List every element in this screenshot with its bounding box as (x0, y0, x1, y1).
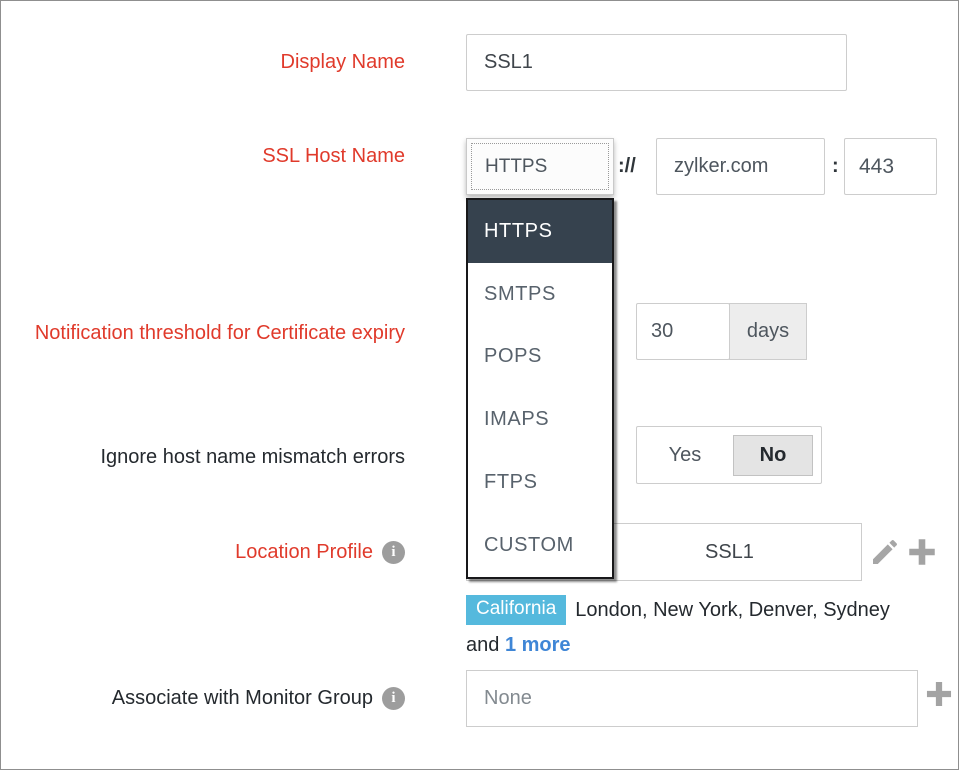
port-separator: : (832, 155, 839, 177)
plus-icon (922, 677, 956, 711)
dropdown-option-pops[interactable]: POPS (468, 325, 612, 389)
host-input[interactable] (656, 138, 825, 195)
display-name-input[interactable] (466, 34, 847, 91)
ssl-host-name-label: SSL Host Name (262, 145, 405, 167)
protocol-dropdown: HTTPS SMTPS POPS IMAPS FTPS CUSTOM (466, 198, 614, 579)
location-profile-value: SSL1 (705, 540, 754, 563)
edit-location-profile-button[interactable] (869, 536, 901, 568)
plus-icon (904, 534, 940, 570)
protocol-select-value: HTTPS (485, 155, 548, 177)
location-profile-label-row: Location Profile i (1, 538, 405, 566)
notification-threshold-label: Notification threshold for Certificate e… (34, 322, 405, 344)
locations-line: California London, New York, Denver, Syd… (466, 595, 890, 625)
scheme-separator: :// (618, 155, 636, 177)
display-name-label: Display Name (280, 51, 405, 73)
ignore-mismatch-toggle: Yes No (636, 426, 822, 484)
info-icon[interactable]: i (382, 540, 405, 564)
ssl-monitor-form: Display Name SSL Host Name HTTPS :// : H… (0, 0, 959, 770)
dropdown-option-ftps[interactable]: FTPS (468, 451, 612, 514)
pencil-icon (869, 536, 901, 568)
locations-conjunction: and (466, 634, 500, 656)
info-icon[interactable]: i (382, 686, 405, 710)
toggle-option-yes[interactable]: Yes (637, 444, 733, 467)
ignore-mismatch-label: Ignore host name mismatch errors (100, 446, 405, 468)
add-monitor-group-button[interactable] (922, 677, 956, 711)
dropdown-option-custom[interactable]: CUSTOM (468, 513, 612, 577)
monitor-group-label: Associate with Monitor Group (111, 686, 373, 709)
dropdown-option-smtps[interactable]: SMTPS (468, 262, 612, 326)
monitor-group-label-row: Associate with Monitor Group i (1, 684, 405, 712)
dropdown-option-https[interactable]: HTTPS (468, 200, 612, 263)
monitor-group-select[interactable]: None (466, 670, 918, 727)
more-locations-link[interactable]: 1 more (505, 634, 571, 656)
location-profile-label: Location Profile (235, 540, 373, 563)
monitor-group-value: None (484, 687, 532, 709)
locations-text: London, New York, Denver, Sydney (575, 598, 890, 621)
port-input[interactable] (844, 138, 937, 195)
locations-more-line: and 1 more (466, 634, 571, 657)
dropdown-option-imaps[interactable]: IMAPS (468, 388, 612, 452)
threshold-unit-addon: days (729, 303, 807, 360)
toggle-option-no[interactable]: No (733, 434, 813, 476)
location-badge[interactable]: California (466, 595, 567, 625)
threshold-days-input[interactable] (636, 303, 730, 360)
add-location-profile-button[interactable] (904, 534, 940, 570)
protocol-select[interactable]: HTTPS (466, 138, 614, 195)
